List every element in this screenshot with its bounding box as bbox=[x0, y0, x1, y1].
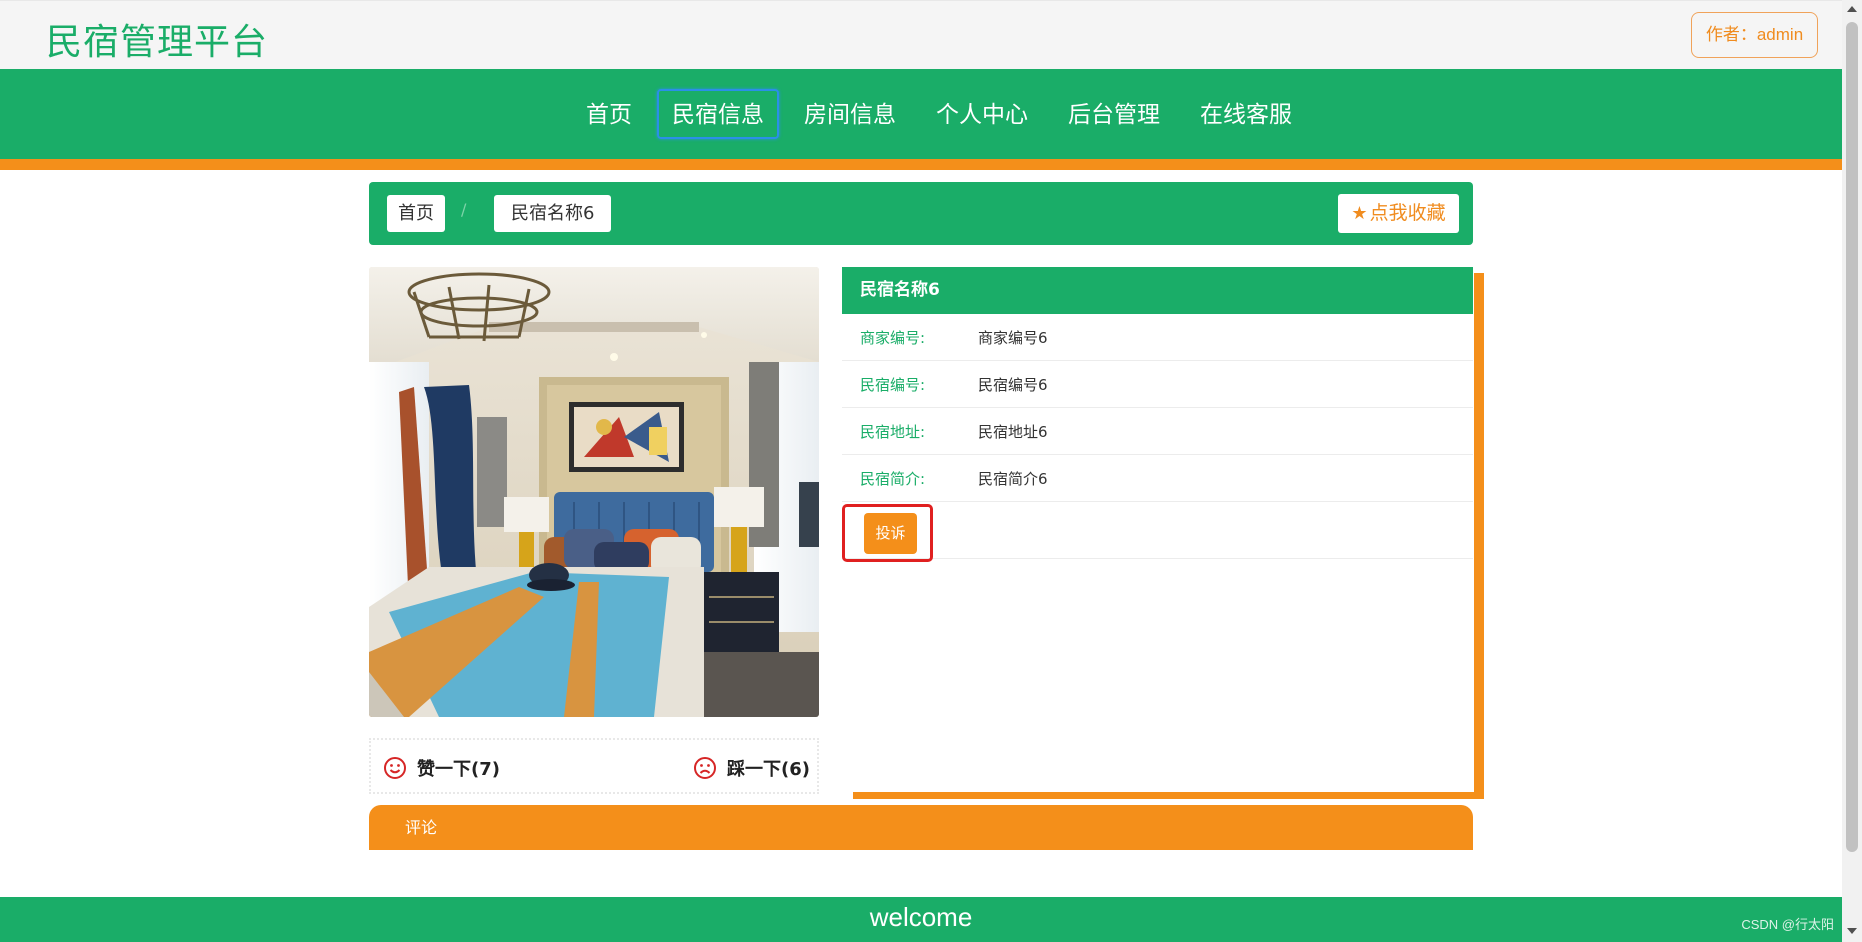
detail-value: 民宿编号6 bbox=[978, 375, 1048, 394]
frown-icon bbox=[694, 757, 716, 779]
nav-items: 首页 民宿信息 房间信息 个人中心 后台管理 在线客服 bbox=[566, 69, 1312, 159]
main-nav: 首页 民宿信息 房间信息 个人中心 后台管理 在线客服 bbox=[0, 69, 1842, 159]
page: 民宿管理平台 作者：admin 首页 民宿信息 房间信息 个人中心 后台管理 在… bbox=[0, 0, 1862, 942]
dislike-label: 踩一下(6) bbox=[727, 759, 810, 780]
dislike-button[interactable]: 踩一下(6) bbox=[693, 755, 810, 781]
smile-icon bbox=[384, 757, 406, 779]
favorite-label: 点我收藏 bbox=[1369, 202, 1446, 224]
scroll-down-arrow-icon[interactable] bbox=[1847, 928, 1857, 934]
watermark: CSDN @行太阳 bbox=[1741, 917, 1834, 932]
nav-item-homestay-info[interactable]: 民宿信息 bbox=[657, 89, 779, 139]
nav-accent-stripe bbox=[0, 159, 1842, 170]
detail-panel: 民宿名称6 商家编号: 商家编号6 民宿编号: 民宿编号6 民宿地址: 民宿地址… bbox=[842, 267, 1473, 791]
scroll-up-arrow-icon[interactable] bbox=[1847, 6, 1857, 12]
detail-label: 商家编号: bbox=[860, 328, 926, 347]
detail-value: 商家编号6 bbox=[978, 328, 1048, 347]
footer: welcome bbox=[0, 897, 1842, 942]
breadcrumb-home[interactable]: 首页 bbox=[387, 195, 445, 232]
favorite-button[interactable]: ★ 点我收藏 bbox=[1338, 194, 1459, 233]
detail-value: 民宿地址6 bbox=[978, 422, 1048, 441]
detail-label: 民宿编号: bbox=[860, 375, 926, 394]
nav-item-customer-service[interactable]: 在线客服 bbox=[1185, 89, 1307, 139]
detail-row: 民宿地址: 民宿地址6 bbox=[842, 408, 1473, 455]
like-button[interactable]: 赞一下(7) bbox=[383, 755, 500, 781]
detail-label: 民宿地址: bbox=[860, 422, 926, 441]
detail-label: 民宿简介: bbox=[860, 469, 926, 488]
author-badge[interactable]: 作者：admin bbox=[1691, 12, 1818, 58]
top-header: 民宿管理平台 作者：admin bbox=[0, 0, 1842, 69]
site-title: 民宿管理平台 bbox=[46, 22, 269, 63]
detail-value: 民宿简介6 bbox=[978, 469, 1048, 488]
detail-row: 商家编号: 商家编号6 bbox=[842, 314, 1473, 361]
nav-item-room-info[interactable]: 房间信息 bbox=[789, 89, 911, 139]
like-label: 赞一下(7) bbox=[417, 759, 500, 780]
nav-item-home[interactable]: 首页 bbox=[571, 89, 647, 139]
complain-row: 投诉 bbox=[842, 502, 1473, 562]
breadcrumb: 首页 / 民宿名称6 ★ 点我收藏 bbox=[369, 182, 1473, 245]
homestay-photo bbox=[369, 267, 819, 717]
detail-row: 民宿简介: 民宿简介6 bbox=[842, 455, 1473, 502]
comments-header[interactable]: 评论 bbox=[369, 805, 1473, 850]
scroll-thumb[interactable] bbox=[1846, 22, 1858, 852]
vote-row: 赞一下(7) 踩一下(6) bbox=[369, 738, 819, 794]
detail-title: 民宿名称6 bbox=[842, 267, 1473, 314]
nav-item-personal-center[interactable]: 个人中心 bbox=[921, 89, 1043, 139]
detail-row: 民宿编号: 民宿编号6 bbox=[842, 361, 1473, 408]
star-icon: ★ bbox=[1351, 203, 1368, 224]
breadcrumb-separator: / bbox=[461, 200, 467, 219]
breadcrumb-current[interactable]: 民宿名称6 bbox=[494, 195, 612, 232]
nav-item-admin[interactable]: 后台管理 bbox=[1053, 89, 1175, 139]
scrollbar[interactable] bbox=[1842, 0, 1862, 942]
bedroom-image bbox=[369, 267, 819, 717]
complain-button[interactable]: 投诉 bbox=[864, 513, 917, 554]
